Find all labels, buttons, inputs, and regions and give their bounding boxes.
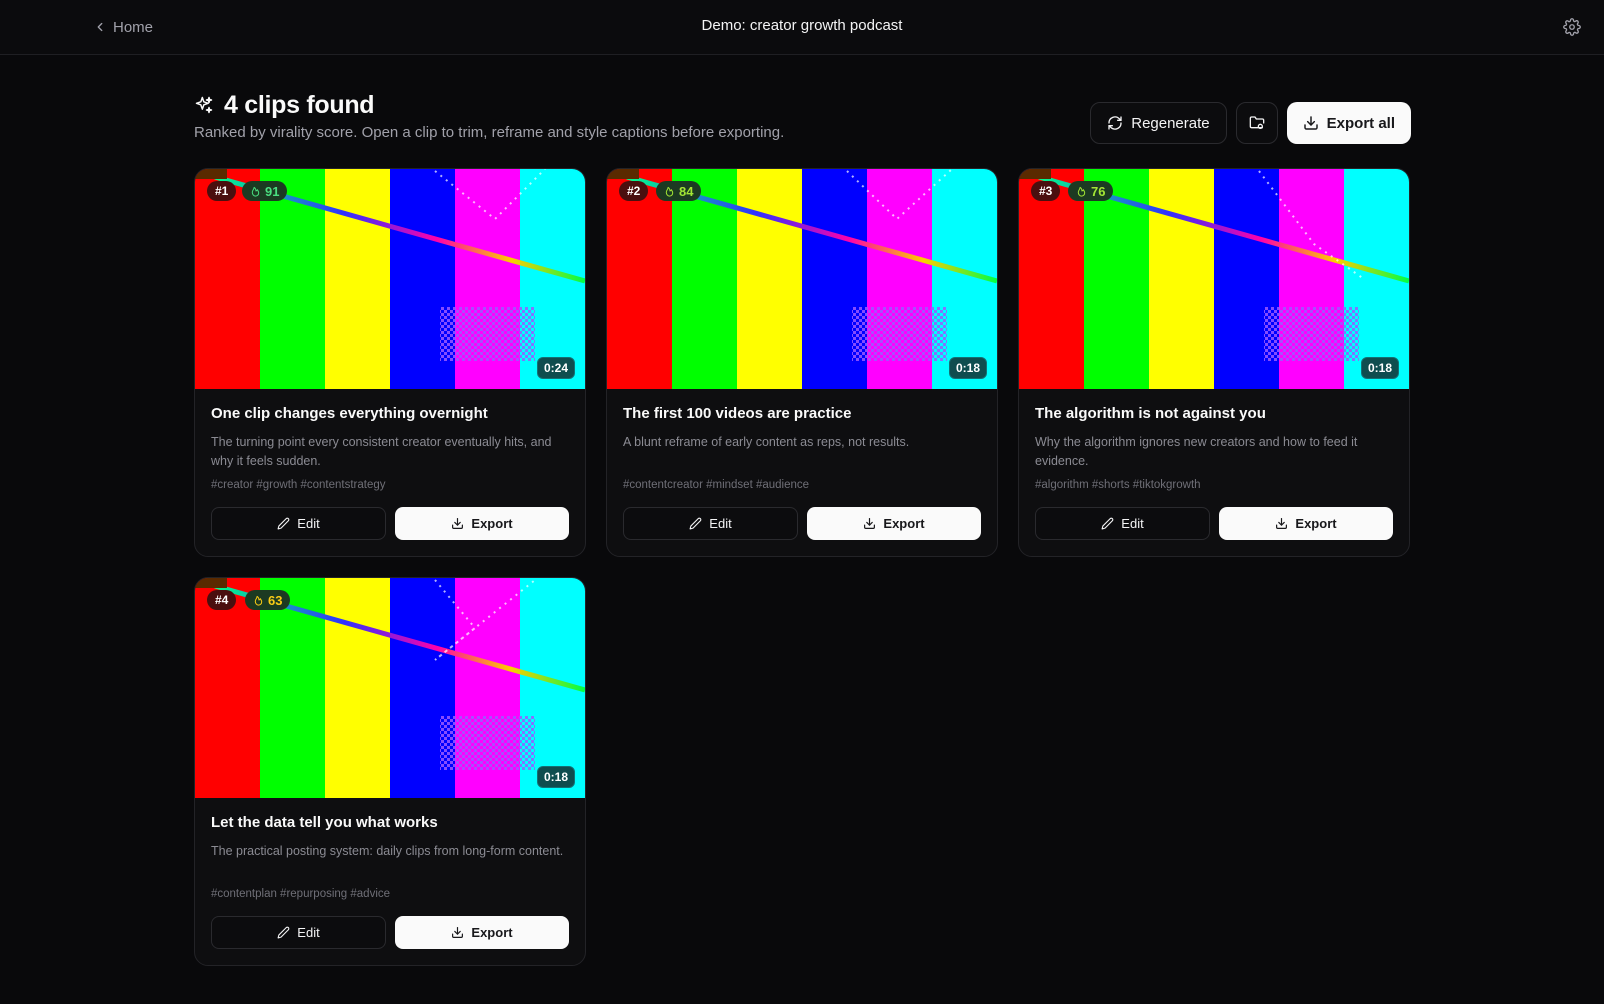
edit-label: Edit	[297, 925, 320, 940]
flame-icon	[665, 186, 674, 197]
clip-title: One clip changes everything overnight	[211, 405, 488, 422]
clip-hashtags: #contentcreator #mindset #audience	[623, 479, 810, 491]
test-pattern-thumbnail	[1019, 169, 1409, 389]
edit-label: Edit	[1121, 516, 1144, 531]
flame-icon	[251, 186, 260, 197]
refresh-icon	[1108, 116, 1122, 130]
export-all-button[interactable]: Export all	[1286, 102, 1411, 144]
duration-badge: 0:18	[1360, 357, 1399, 379]
clips-grid: #1 91 0:24 One clip changes everything o…	[194, 168, 1410, 966]
export-clip-button[interactable]: Export	[395, 507, 569, 540]
edit-clip-button[interactable]: Edit	[211, 507, 386, 540]
duration-badge: 0:24	[536, 357, 575, 379]
download-icon	[1303, 116, 1318, 130]
clip-thumbnail[interactable]: #4 63 0:18	[195, 578, 585, 798]
clip-thumbnail[interactable]: #2 84 0:18	[607, 169, 997, 389]
export-label: Export	[471, 925, 513, 940]
edit-label: Edit	[709, 516, 732, 531]
clip-description: The practical posting system: daily clip…	[211, 844, 564, 858]
rank-badge: #3	[1031, 181, 1061, 201]
export-label: Export	[883, 516, 925, 531]
clip-card: #4 63 0:18 Let the data tell you what wo…	[194, 577, 586, 966]
export-clip-button[interactable]: Export	[395, 916, 569, 949]
export-all-label: Export all	[1326, 114, 1395, 132]
test-pattern-thumbnail	[607, 169, 997, 389]
regenerate-label: Regenerate	[1131, 114, 1210, 132]
pencil-icon	[277, 517, 290, 530]
clip-title: Let the data tell you what works	[211, 814, 438, 831]
clip-card: #1 91 0:24 One clip changes everything o…	[194, 168, 586, 557]
export-label: Export	[471, 516, 513, 531]
edit-label: Edit	[297, 516, 320, 531]
clip-card: #3 76 0:18 The algorithm is not against …	[1018, 168, 1410, 557]
virality-score: 84	[679, 183, 694, 199]
open-folder-button[interactable]	[1235, 102, 1278, 144]
virality-score-badge: 91	[242, 181, 288, 201]
pencil-icon	[1101, 517, 1114, 530]
export-clip-button[interactable]: Export	[1219, 507, 1393, 540]
clip-title: The algorithm is not against you	[1035, 405, 1266, 422]
test-pattern-thumbnail	[195, 578, 585, 798]
test-pattern-thumbnail	[195, 169, 585, 389]
edit-clip-button[interactable]: Edit	[623, 507, 798, 540]
clip-hashtags: #creator #growth #contentstrategy	[211, 479, 386, 491]
sparkles-icon	[195, 96, 213, 114]
virality-score: 91	[265, 183, 280, 199]
settings-button[interactable]	[1561, 16, 1583, 38]
duration-badge: 0:18	[536, 766, 575, 788]
top-bar: Home Demo: creator growth podcast	[0, 0, 1604, 55]
flame-icon	[254, 595, 263, 606]
folder-icon	[1249, 116, 1264, 129]
results-subtitle: Ranked by virality score. Open a clip to…	[194, 124, 785, 141]
virality-score-badge: 84	[656, 181, 702, 201]
download-icon	[1276, 518, 1288, 529]
virality-score: 76	[1091, 183, 1106, 199]
rank-badge: #4	[207, 590, 237, 610]
clip-description: The turning point every consistent creat…	[211, 435, 552, 468]
clips-count-title: 4 clips found	[224, 90, 375, 119]
clip-description: Why the algorithm ignores new creators a…	[1035, 435, 1358, 468]
pencil-icon	[277, 926, 290, 939]
clip-thumbnail[interactable]: #1 91 0:24	[195, 169, 585, 389]
regenerate-button[interactable]: Regenerate	[1090, 102, 1227, 144]
edit-clip-button[interactable]: Edit	[211, 916, 386, 949]
rank-badge: #2	[619, 181, 649, 201]
duration-badge: 0:18	[948, 357, 987, 379]
flame-icon	[1077, 186, 1086, 197]
clip-description: A blunt reframe of early content as reps…	[623, 435, 910, 449]
clip-title: The first 100 videos are practice	[623, 405, 852, 422]
clip-card: #2 84 0:18 The first 100 videos are prac…	[606, 168, 998, 557]
edit-clip-button[interactable]: Edit	[1035, 507, 1210, 540]
pencil-icon	[689, 517, 702, 530]
clip-thumbnail[interactable]: #3 76 0:18	[1019, 169, 1409, 389]
gear-icon	[1563, 18, 1581, 36]
export-label: Export	[1295, 516, 1337, 531]
clip-hashtags: #contentplan #repurposing #advice	[211, 888, 391, 900]
download-icon	[452, 927, 464, 938]
virality-score-badge: 63	[245, 590, 291, 610]
export-clip-button[interactable]: Export	[807, 507, 981, 540]
download-icon	[452, 518, 464, 529]
header-actions: Regenerate Export all	[1090, 102, 1411, 144]
rank-badge: #1	[207, 181, 237, 201]
download-icon	[864, 518, 876, 529]
results-heading: 4 clips found	[194, 90, 375, 120]
virality-score: 63	[268, 592, 283, 608]
virality-score-badge: 76	[1068, 181, 1114, 201]
clip-hashtags: #algorithm #shorts #tiktokgrowth	[1035, 479, 1201, 491]
page-title: Demo: creator growth podcast	[701, 17, 903, 34]
